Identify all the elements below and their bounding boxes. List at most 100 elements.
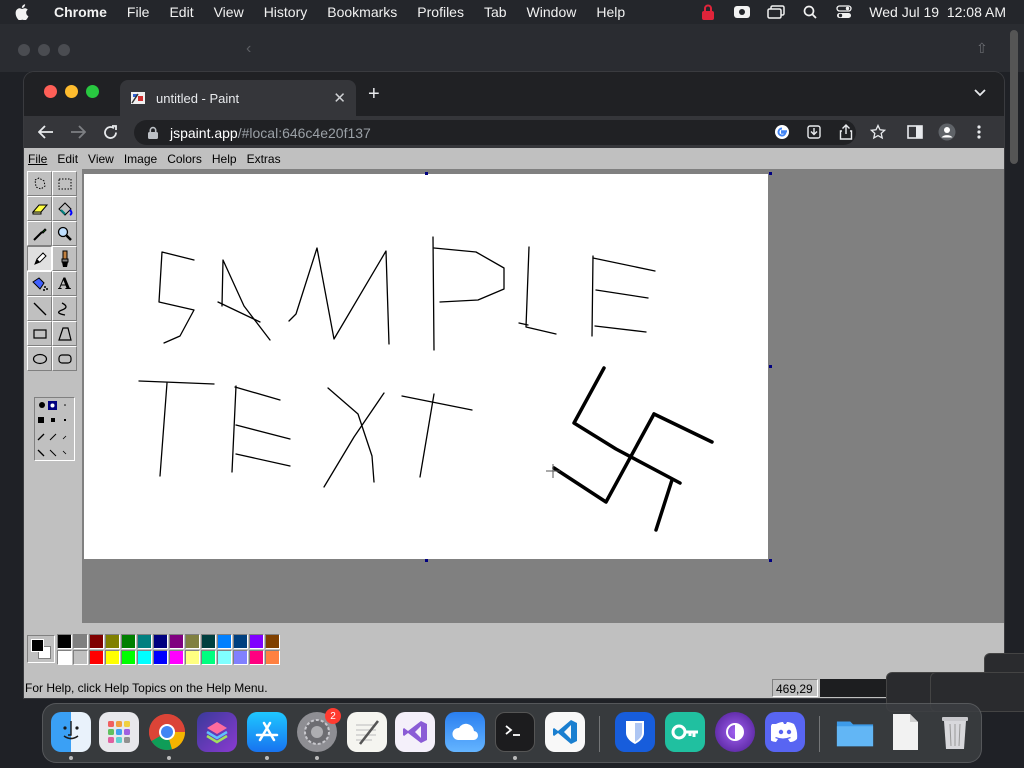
trash-icon[interactable] <box>935 712 975 752</box>
menu-clock[interactable]: Wed Jul 19 12:08 AM <box>869 4 1006 20</box>
free-form-select-tool[interactable] <box>27 171 52 196</box>
brush-tool[interactable] <box>52 246 77 271</box>
resize-handle-top-middle[interactable] <box>425 172 428 175</box>
line-tool[interactable] <box>27 296 52 321</box>
curve-tool[interactable] <box>52 296 77 321</box>
tab-search-chevron-icon[interactable] <box>974 86 986 100</box>
palette-swatch[interactable] <box>185 650 200 665</box>
rectangle-select-tool[interactable] <box>52 171 77 196</box>
palette-swatch[interactable] <box>233 650 248 665</box>
camera-status-icon[interactable] <box>733 4 751 20</box>
menu-profiles[interactable]: Profiles <box>407 4 474 20</box>
palette-swatch[interactable] <box>153 650 168 665</box>
paint-menu-file[interactable]: File <box>24 152 51 166</box>
tor-browser-icon[interactable] <box>715 712 755 752</box>
menu-bookmarks[interactable]: Bookmarks <box>317 4 407 20</box>
paint-menu-colors[interactable]: Colors <box>163 152 206 166</box>
new-tab-icon[interactable]: + <box>368 83 380 106</box>
window-switcher-icon[interactable] <box>767 4 786 20</box>
palette-swatch[interactable] <box>233 634 248 649</box>
palette-swatch[interactable] <box>105 634 120 649</box>
current-colors[interactable] <box>27 635 55 663</box>
resize-handle-right-middle[interactable] <box>769 365 772 368</box>
palette-swatch[interactable] <box>121 650 136 665</box>
minimize-window-button[interactable] <box>65 85 78 98</box>
shortcuts-icon[interactable] <box>197 712 237 752</box>
app-store-icon[interactable] <box>247 712 287 752</box>
document-icon[interactable] <box>885 712 925 752</box>
menu-window[interactable]: Window <box>517 4 587 20</box>
drawing-canvas[interactable] <box>84 174 768 559</box>
paint-menu-view[interactable]: View <box>84 152 118 166</box>
pick-color-tool[interactable] <box>27 221 52 246</box>
launchpad-icon[interactable] <box>99 712 139 752</box>
zoom-window-button[interactable] <box>86 85 99 98</box>
fill-tool[interactable] <box>52 196 77 221</box>
palette-swatch[interactable] <box>73 650 88 665</box>
menu-tab[interactable]: Tab <box>474 4 517 20</box>
resize-handle-bottom-right[interactable] <box>769 559 772 562</box>
palette-swatch[interactable] <box>105 650 120 665</box>
google-lens-icon[interactable] <box>772 122 792 142</box>
forward-arrow-icon[interactable] <box>62 118 94 146</box>
side-panel-icon[interactable] <box>904 122 926 142</box>
menu-view[interactable]: View <box>204 4 254 20</box>
palette-swatch[interactable] <box>201 650 216 665</box>
resize-handle-top-right[interactable] <box>769 172 772 175</box>
address-bar[interactable]: jspaint.app/#local:646c4e20f137 <box>134 120 856 145</box>
tab-paint[interactable]: untitled - Paint ✕ <box>120 80 356 116</box>
palette-swatch[interactable] <box>217 650 232 665</box>
bitwarden-icon[interactable] <box>615 712 655 752</box>
airbrush-tool[interactable] <box>27 271 52 296</box>
palette-swatch[interactable] <box>57 650 72 665</box>
palette-swatch[interactable] <box>89 650 104 665</box>
polygon-tool[interactable] <box>52 321 77 346</box>
lock-status-icon[interactable] <box>699 4 717 20</box>
chrome-menu-icon[interactable] <box>968 122 990 142</box>
palette-swatch[interactable] <box>265 650 280 665</box>
menu-edit[interactable]: Edit <box>159 4 203 20</box>
pencil-tool[interactable] <box>27 246 52 271</box>
share-icon[interactable] <box>836 122 856 142</box>
tool-options-panel[interactable] <box>34 397 75 461</box>
background-scrollbar[interactable] <box>1010 30 1018 164</box>
rounded-rectangle-tool[interactable] <box>52 346 77 371</box>
palette-swatch[interactable] <box>185 634 200 649</box>
folder-icon[interactable] <box>835 712 875 752</box>
palette-swatch[interactable] <box>153 634 168 649</box>
spotlight-search-icon[interactable] <box>801 4 819 20</box>
text-tool[interactable]: A <box>52 271 77 296</box>
reload-icon[interactable] <box>94 118 126 146</box>
finder-icon[interactable] <box>51 712 91 752</box>
palette-swatch[interactable] <box>137 650 152 665</box>
palette-swatch[interactable] <box>201 634 216 649</box>
palette-swatch[interactable] <box>89 634 104 649</box>
menu-help[interactable]: Help <box>586 4 635 20</box>
discord-icon[interactable] <box>765 712 805 752</box>
close-window-button[interactable] <box>44 85 57 98</box>
magnifier-tool[interactable] <box>52 221 77 246</box>
menu-file[interactable]: File <box>117 4 160 20</box>
palette-swatch[interactable] <box>137 634 152 649</box>
apple-menu-icon[interactable] <box>0 4 44 20</box>
palette-swatch[interactable] <box>169 634 184 649</box>
palette-swatch[interactable] <box>217 634 232 649</box>
palette-swatch[interactable] <box>169 650 184 665</box>
control-center-icon[interactable] <box>835 4 853 20</box>
weather-icon[interactable] <box>445 712 485 752</box>
paint-menu-help[interactable]: Help <box>208 152 241 166</box>
paint-menu-image[interactable]: Image <box>120 152 161 166</box>
eraser-tool[interactable] <box>27 196 52 221</box>
palette-swatch[interactable] <box>73 634 88 649</box>
terminal-icon[interactable] <box>495 712 535 752</box>
vscode-icon[interactable] <box>545 712 585 752</box>
google-chrome-icon[interactable] <box>147 712 187 752</box>
profile-avatar-icon[interactable] <box>936 122 958 142</box>
palette-swatch[interactable] <box>121 634 136 649</box>
paint-menu-extras[interactable]: Extras <box>243 152 285 166</box>
install-app-icon[interactable] <box>804 122 824 142</box>
menu-app-name[interactable]: Chrome <box>44 4 117 20</box>
palette-swatch[interactable] <box>57 634 72 649</box>
textedit-icon[interactable] <box>347 712 387 752</box>
paint-menu-edit[interactable]: Edit <box>53 152 82 166</box>
